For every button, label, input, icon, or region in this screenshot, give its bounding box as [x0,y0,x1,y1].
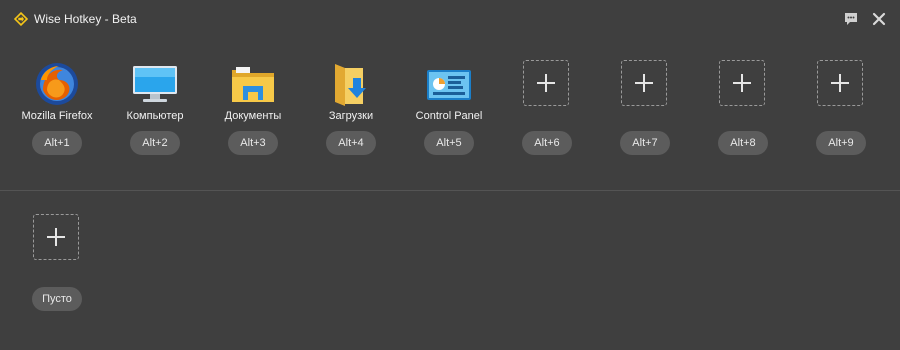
hotkey-slot-1[interactable]: Mozilla Firefox Alt+1 [8,56,106,160]
add-slot-button[interactable] [719,60,765,106]
hotkey-slot-4[interactable]: Загрузки Alt+4 [302,56,400,160]
hotkey-slot-7[interactable]: Alt+7 [596,56,694,160]
firefox-icon[interactable] [33,60,81,108]
control-panel-icon[interactable] [425,60,473,108]
close-icon[interactable] [871,11,887,27]
hotkey-slot-8[interactable]: Alt+8 [694,56,792,160]
hotkey-badge[interactable]: Alt+3 [228,131,278,155]
add-icon [733,74,751,92]
hotkey-badge[interactable]: Пусто [32,287,82,311]
add-icon [47,228,65,246]
add-slot-button[interactable] [33,214,79,260]
section-divider [0,190,900,191]
add-icon [635,74,653,92]
window-title: Wise Hotkey - Beta [34,12,137,26]
hotkey-badge[interactable]: Alt+6 [522,131,572,155]
hotkey-slot-2[interactable]: Компьютер Alt+2 [106,56,204,160]
hotkey-slot-6[interactable]: Alt+6 [498,56,596,160]
hotkey-slot-3[interactable]: Документы Alt+3 [204,56,302,160]
hotkey-badge[interactable]: Alt+2 [130,131,180,155]
add-icon [831,74,849,92]
hotkey-badge[interactable]: Alt+9 [816,131,866,155]
hotkey-slot-9[interactable]: Alt+9 [792,56,890,160]
hotkey-badge[interactable]: Alt+7 [620,131,670,155]
downloads-folder-icon[interactable] [327,60,375,108]
custom-hotkey-slot[interactable]: Пусто [8,210,106,314]
computer-monitor-icon[interactable] [131,60,179,108]
hotkey-badge[interactable]: Alt+1 [32,131,82,155]
documents-folder-icon[interactable] [229,60,277,108]
add-icon [537,74,555,92]
wise-hotkey-logo-icon [13,11,29,27]
speech-bubble-icon[interactable] [843,11,859,27]
slot-label: Control Panel [415,110,483,122]
hotkey-slots-row: Mozilla Firefox Alt+1 Компьютер Alt+2 До… [8,56,892,160]
hotkey-slot-5[interactable]: Control Panel Alt+5 [400,56,498,160]
hotkey-badge[interactable]: Alt+5 [424,131,474,155]
hotkey-badge[interactable]: Alt+4 [326,131,376,155]
add-slot-button[interactable] [621,60,667,106]
add-slot-button[interactable] [817,60,863,106]
title-bar: Wise Hotkey - Beta [0,0,900,38]
add-slot-button[interactable] [523,60,569,106]
hotkey-badge[interactable]: Alt+8 [718,131,768,155]
